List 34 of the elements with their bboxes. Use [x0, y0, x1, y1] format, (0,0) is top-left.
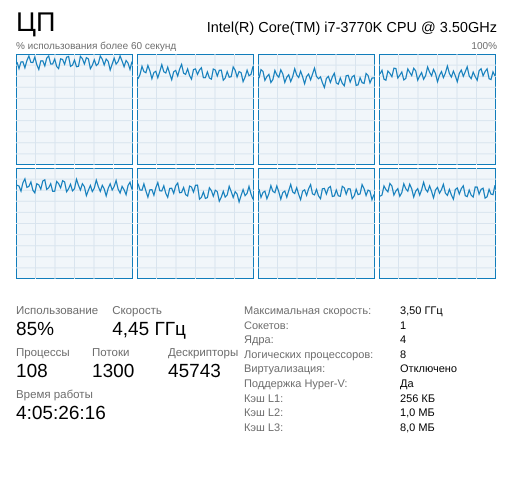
stat-label: Процессы: [16, 347, 71, 359]
detail-label: Максимальная скорость:: [244, 305, 372, 317]
detail-label: Сокетов:: [244, 320, 290, 332]
stat-label: Дескрипторы: [168, 347, 238, 359]
detail-label: Логических процессоров:: [244, 348, 374, 361]
graph-max-label: 100%: [471, 41, 497, 52]
stat-value: 45743: [168, 360, 222, 384]
detail-value: Отключено: [400, 363, 457, 376]
detail-value: 256 КБ: [400, 392, 436, 405]
detail-value: 8: [400, 348, 408, 361]
detail-value: 4: [400, 334, 408, 346]
stat-value: 85%: [16, 318, 56, 342]
stat-value: 1300: [92, 360, 136, 384]
stat-label: Скорость: [112, 305, 163, 317]
detail-label: Ядра:: [244, 334, 275, 346]
graph-caption: % использования более 60 секунд: [16, 41, 176, 52]
stat-label: Использование: [16, 305, 98, 317]
detail-label: Кэш L3:: [244, 422, 284, 434]
detail-label: Виртуализация:: [244, 363, 326, 376]
stat-value: 4,45 ГГц: [112, 318, 186, 342]
detail-value: 8,0 МБ: [400, 422, 436, 434]
stat-value: 108: [16, 360, 49, 384]
detail-label: Кэш L1:: [244, 392, 284, 405]
stat-value: 4:05:26:16: [16, 402, 106, 426]
detail-label: Кэш L2:: [244, 407, 284, 420]
stat-label: Потоки: [92, 347, 130, 359]
page-title: ЦП: [16, 6, 56, 39]
detail-value: 1: [400, 320, 408, 332]
processor-name: Intel(R) Core(TM) i7-3770K CPU @ 3.50GHz: [206, 20, 497, 38]
stat-label: Время работы: [16, 389, 94, 401]
detail-label: Поддержка Hyper-V:: [244, 378, 348, 390]
detail-value: 3,50 ГГц: [400, 305, 444, 317]
detail-value: 1,0 МБ: [400, 407, 436, 420]
detail-value: Да: [400, 378, 415, 390]
